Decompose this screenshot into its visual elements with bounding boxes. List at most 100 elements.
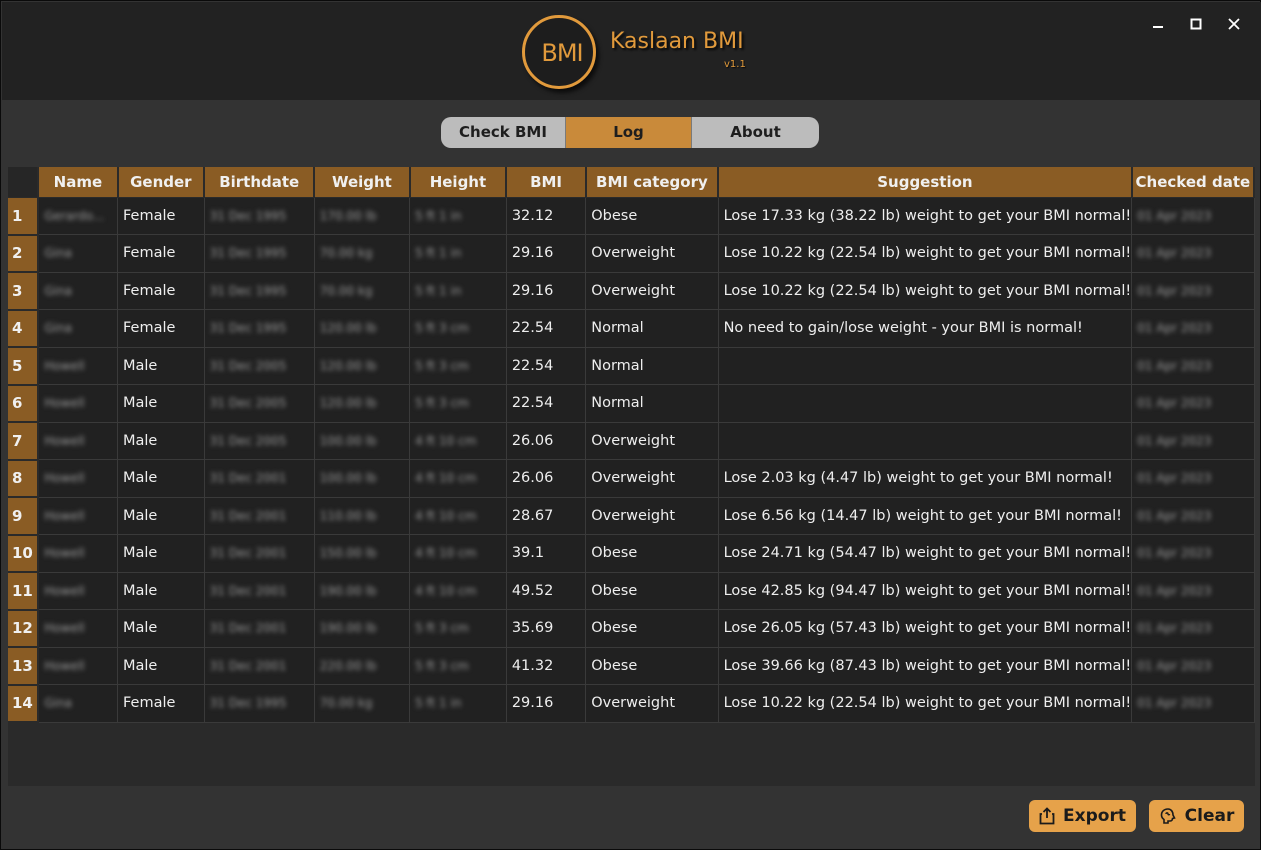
cell-birthdate[interactable]: 31 Dec 2001 [204, 609, 315, 648]
cell-bmi-category[interactable]: Normal [585, 347, 719, 385]
cell-bmi[interactable]: 29.16 [506, 272, 587, 310]
cell-gender[interactable]: Male [117, 572, 205, 610]
row-number[interactable]: 6 [8, 384, 40, 423]
cell-height[interactable]: 4 ft 10 cm [409, 534, 507, 573]
cell-suggestion[interactable]: Lose 10.22 kg (22.54 lb) weight to get y… [718, 272, 1133, 310]
cell-bmi[interactable]: 26.06 [506, 459, 587, 498]
cell-checked-date[interactable]: 01 Apr 2023 [1131, 309, 1255, 348]
cell-weight[interactable]: 120.00 lb [314, 309, 411, 348]
cell-birthdate[interactable]: 31 Dec 2005 [204, 422, 315, 460]
cell-gender[interactable]: Female [117, 309, 205, 348]
cell-height[interactable]: 5 ft 1 in [409, 234, 507, 273]
cell-gender[interactable]: Male [117, 384, 205, 423]
column-header-weight[interactable]: Weight [314, 167, 411, 198]
row-number[interactable]: 14 [8, 684, 40, 723]
cell-weight[interactable]: 220.00 lb [314, 647, 411, 685]
table-row[interactable]: 1 Gerardo... Female 31 Dec 1995 170.00 lb 5 f… [8, 197, 1255, 236]
cell-name[interactable]: Howell [38, 347, 119, 385]
cell-name[interactable]: Gina [38, 684, 119, 723]
cell-bmi[interactable]: 41.32 [506, 647, 587, 685]
cell-name[interactable]: Howell [38, 609, 119, 648]
cell-birthdate[interactable]: 31 Dec 2001 [204, 572, 315, 610]
cell-height[interactable]: 5 ft 3 cm [409, 309, 507, 348]
cell-weight[interactable]: 100.00 lb [314, 422, 411, 460]
column-header-height[interactable]: Height [409, 167, 508, 198]
tab-check-bmi[interactable]: Check BMI [441, 117, 566, 148]
cell-gender[interactable]: Male [117, 459, 205, 498]
cell-suggestion[interactable]: Lose 6.56 kg (14.47 lb) weight to get yo… [718, 497, 1133, 535]
table-row[interactable]: 2 Gina Female 31 Dec 1995 70.00 kg 5 ft 1 in 2… [8, 234, 1255, 273]
column-header-gender[interactable]: Gender [117, 167, 206, 198]
cell-birthdate[interactable]: 31 Dec 2001 [204, 497, 315, 535]
cell-birthdate[interactable]: 31 Dec 2001 [204, 534, 315, 573]
cell-suggestion[interactable]: Lose 42.85 kg (94.47 lb) weight to get y… [718, 572, 1133, 610]
cell-bmi-category[interactable]: Obese [585, 572, 719, 610]
cell-suggestion[interactable]: No need to gain/lose weight - your BMI i… [718, 309, 1133, 348]
cell-height[interactable]: 5 ft 3 cm [409, 609, 507, 648]
row-number[interactable]: 11 [8, 572, 40, 611]
cell-bmi[interactable]: 39.1 [506, 534, 587, 573]
row-number[interactable]: 9 [8, 497, 40, 536]
cell-height[interactable]: 4 ft 10 cm [409, 422, 507, 460]
clear-button[interactable]: Clear [1149, 800, 1244, 832]
table-row[interactable]: 4 Gina Female 31 Dec 1995 120.00 lb 5 ft 3 cm… [8, 309, 1255, 348]
row-number[interactable]: 12 [8, 609, 40, 648]
cell-height[interactable]: 5 ft 1 in [409, 197, 507, 235]
close-button[interactable] [1215, 12, 1253, 36]
cell-checked-date[interactable]: 01 Apr 2023 [1131, 647, 1255, 685]
cell-checked-date[interactable]: 01 Apr 2023 [1131, 234, 1255, 273]
table-row[interactable]: 5 Howell Male 31 Dec 2005 120.00 lb 5 ft 3 cm… [8, 347, 1255, 386]
cell-name[interactable]: Gina [38, 272, 119, 310]
cell-weight[interactable]: 100.00 lb [314, 459, 411, 498]
cell-bmi-category[interactable]: Normal [585, 384, 719, 423]
cell-bmi[interactable]: 28.67 [506, 497, 587, 535]
cell-checked-date[interactable]: 01 Apr 2023 [1131, 459, 1255, 498]
maximize-button[interactable] [1177, 12, 1215, 36]
cell-bmi[interactable]: 29.16 [506, 234, 587, 273]
cell-birthdate[interactable]: 31 Dec 2005 [204, 384, 315, 423]
cell-bmi[interactable]: 22.54 [506, 384, 587, 423]
cell-checked-date[interactable]: 01 Apr 2023 [1131, 497, 1255, 535]
row-number[interactable]: 2 [8, 234, 40, 273]
table-row[interactable]: 11 Howell Male 31 Dec 2001 190.00 lb 4 ft 10 … [8, 572, 1255, 611]
cell-name[interactable]: Howell [38, 534, 119, 573]
cell-bmi[interactable]: 49.52 [506, 572, 587, 610]
cell-bmi-category[interactable]: Obese [585, 609, 719, 648]
cell-checked-date[interactable]: 01 Apr 2023 [1131, 609, 1255, 648]
cell-name[interactable]: Howell [38, 572, 119, 610]
cell-bmi[interactable]: 22.54 [506, 309, 587, 348]
cell-checked-date[interactable]: 01 Apr 2023 [1131, 272, 1255, 310]
cell-checked-date[interactable]: 01 Apr 2023 [1131, 384, 1255, 423]
cell-bmi-category[interactable]: Obese [585, 647, 719, 685]
cell-gender[interactable]: Male [117, 497, 205, 535]
cell-name[interactable]: Howell [38, 647, 119, 685]
cell-height[interactable]: 5 ft 3 cm [409, 384, 507, 423]
row-number[interactable]: 8 [8, 459, 40, 498]
cell-suggestion[interactable]: Lose 24.71 kg (54.47 lb) weight to get y… [718, 534, 1133, 573]
cell-name[interactable]: Howell [38, 422, 119, 460]
cell-birthdate[interactable]: 31 Dec 1995 [204, 309, 315, 348]
cell-birthdate[interactable]: 31 Dec 1995 [204, 197, 315, 235]
cell-weight[interactable]: 110.00 lb [314, 497, 411, 535]
cell-birthdate[interactable]: 31 Dec 2005 [204, 347, 315, 385]
cell-suggestion[interactable] [718, 347, 1133, 385]
cell-weight[interactable]: 120.00 lb [314, 384, 411, 423]
table-row[interactable]: 7 Howell Male 31 Dec 2005 100.00 lb 4 ft 10 c… [8, 422, 1255, 461]
cell-weight[interactable]: 120.00 lb [314, 347, 411, 385]
cell-suggestion[interactable]: Lose 10.22 kg (22.54 lb) weight to get y… [718, 684, 1133, 723]
table-row[interactable]: 3 Gina Female 31 Dec 1995 70.00 kg 5 ft 1 in 2… [8, 272, 1255, 311]
row-number[interactable]: 5 [8, 347, 40, 386]
cell-checked-date[interactable]: 01 Apr 2023 [1131, 572, 1255, 610]
table-row[interactable]: 10 Howell Male 31 Dec 2001 150.00 lb 4 ft 10 … [8, 534, 1255, 573]
cell-bmi[interactable]: 22.54 [506, 347, 587, 385]
cell-bmi-category[interactable]: Obese [585, 534, 719, 573]
cell-bmi-category[interactable]: Overweight [585, 272, 719, 310]
cell-bmi-category[interactable]: Normal [585, 309, 719, 348]
cell-checked-date[interactable]: 01 Apr 2023 [1131, 197, 1255, 235]
cell-weight[interactable]: 150.00 lb [314, 534, 411, 573]
cell-checked-date[interactable]: 01 Apr 2023 [1131, 422, 1255, 460]
row-number[interactable]: 1 [8, 197, 40, 236]
cell-birthdate[interactable]: 31 Dec 1995 [204, 234, 315, 273]
column-header-bmi-category[interactable]: BMI category [585, 167, 720, 198]
cell-height[interactable]: 4 ft 10 cm [409, 459, 507, 498]
